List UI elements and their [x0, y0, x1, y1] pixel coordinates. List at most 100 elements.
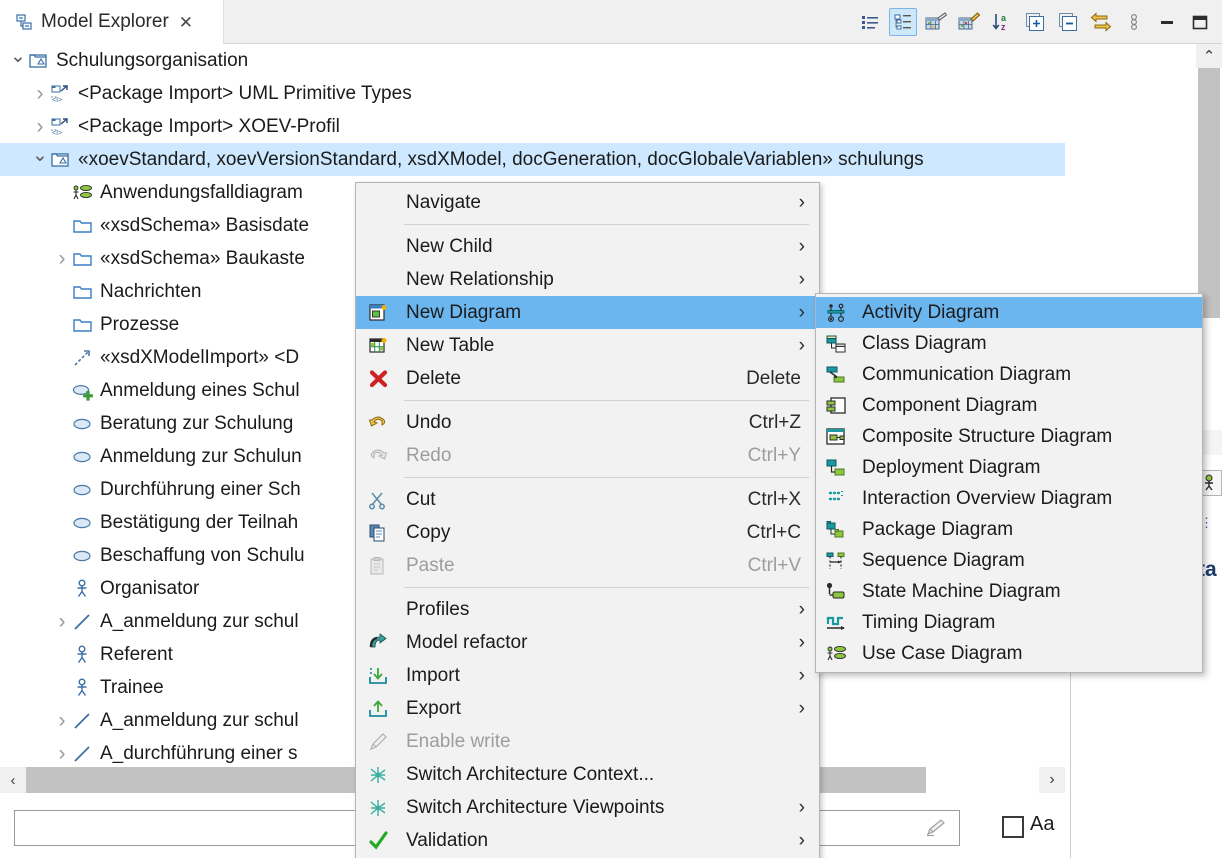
tree-item-label: A_anmeldung zur schul [100, 709, 299, 731]
menu-item-new-relationship[interactable]: New Relationship › [356, 263, 819, 296]
tree-item-label: Prozesse [100, 313, 180, 335]
submenu-item-label: Deployment Diagram [862, 456, 1041, 478]
model-icon [28, 51, 50, 71]
tree-item-label: Nachrichten [100, 280, 202, 302]
maximize-view-button[interactable] [1186, 8, 1214, 36]
refactor-icon [364, 632, 394, 654]
scroll-right-arrow-icon[interactable]: › [1039, 767, 1065, 793]
chevron-down-icon[interactable] [8, 51, 28, 70]
menu-item-enable-write: Enable write [356, 725, 819, 758]
menu-item-no-icon [364, 192, 394, 214]
close-icon[interactable]: ✕ [179, 14, 193, 31]
deployment-diagram-icon [822, 456, 852, 480]
menu-item-model-refactor[interactable]: Model refactor › [356, 626, 819, 659]
usecase-icon [72, 480, 94, 500]
menu-item-profiles[interactable]: Profiles › [356, 593, 819, 626]
menu-item-switch-architecture-context[interactable]: Switch Architecture Context... [356, 758, 819, 791]
tree-item[interactable]: <I> <Package Import> XOEV-Profil [0, 110, 1065, 143]
menu-item-paste: Paste Ctrl+V [356, 549, 819, 582]
menu-item-undo[interactable]: Undo Ctrl+Z [356, 406, 819, 439]
chevron-right-icon[interactable] [52, 743, 72, 764]
scroll-up-arrow-icon[interactable]: ⌃ [1196, 44, 1222, 68]
submenu-item-interaction-overview-diagram[interactable]: Interaction Overview Diagram [816, 483, 1202, 514]
tab-model-explorer[interactable]: Model Explorer ✕ [6, 0, 224, 44]
tree-item-label: <Package Import> XOEV-Profil [78, 115, 340, 137]
chevron-right-icon: › [798, 301, 805, 323]
submenu-item-composite-structure-diagram[interactable]: Composite Structure Diagram [816, 421, 1202, 452]
submenu-item-sequence-diagram[interactable]: Sequence Diagram [816, 545, 1202, 576]
menu-item-label: Switch Architecture Context... [406, 763, 655, 785]
tree-item-label: «xsdXModelImport» <D [100, 346, 300, 368]
submenu-item-activity-diagram[interactable]: Activity Diagram [816, 297, 1202, 328]
tree-item-label: Trainee [100, 676, 164, 698]
case-sensitive-checkbox[interactable] [1002, 816, 1024, 838]
view-menu-button[interactable] [1120, 8, 1148, 36]
menu-item-label: Copy [406, 521, 451, 543]
menu-item-new-child[interactable]: New Child › [356, 230, 819, 263]
tree-item[interactable]: Schulungsorganisation [0, 44, 1065, 77]
chevron-down-icon[interactable] [30, 150, 50, 169]
submenu-item-class-diagram[interactable]: Class Diagram [816, 328, 1202, 359]
export-icon [364, 698, 394, 720]
tree-item[interactable]: <I> <Package Import> UML Primitive Types [0, 77, 1065, 110]
submenu-item-label: Composite Structure Diagram [862, 425, 1113, 447]
vertical-scroll-thumb[interactable] [1198, 68, 1220, 318]
context-menu[interactable]: Navigate › New Child › New Relationship › New … [355, 182, 820, 858]
expand-all-button[interactable] [1021, 8, 1049, 36]
submenu-item-label: Interaction Overview Diagram [862, 487, 1113, 509]
package-import-icon: <I> [50, 84, 72, 104]
collapse-all-button[interactable] [1054, 8, 1082, 36]
chevron-right-icon: › [798, 697, 805, 719]
submenu-item-use-case-diagram[interactable]: Use Case Diagram [816, 638, 1202, 669]
minimize-view-button[interactable] [1153, 8, 1181, 36]
chevron-right-icon[interactable] [52, 248, 72, 269]
scroll-left-arrow-icon[interactable]: ‹ [0, 767, 26, 793]
menu-item-copy[interactable]: Copy Ctrl+C [356, 516, 819, 549]
submenu-item-deployment-diagram[interactable]: Deployment Diagram [816, 452, 1202, 483]
submenu-item-communication-diagram[interactable]: Communication Diagram [816, 359, 1202, 390]
tree-item-label: «xsdSchema» Basisdate [100, 214, 310, 236]
menu-item-new-diagram[interactable]: New Diagram › [356, 296, 819, 329]
submenu-item-component-diagram[interactable]: Component Diagram [816, 390, 1202, 421]
sort-alphabetical-button[interactable]: a z [988, 8, 1016, 36]
tree-item[interactable]: «xoevStandard, xoevVersionStandard, xsdX… [0, 143, 1065, 176]
submenu-item-package-diagram[interactable]: Package Diagram [816, 514, 1202, 545]
menu-item-shortcut: Ctrl+V [747, 554, 801, 576]
tree-item-label: Bestätigung der Teilnah [100, 511, 299, 533]
menu-item-label: Navigate [406, 191, 481, 213]
menu-item-switch-architecture-viewpoints[interactable]: Switch Architecture Viewpoints › [356, 791, 819, 824]
chevron-right-icon[interactable] [52, 710, 72, 731]
menu-item-no-icon [364, 236, 394, 258]
menu-item-label: Export [406, 697, 461, 719]
menu-item-validation[interactable]: Validation › [356, 824, 819, 857]
chevron-right-icon: › [798, 829, 805, 851]
menu-item-delete[interactable]: Delete Delete [356, 362, 819, 395]
new-diagram-submenu[interactable]: Activity Diagram Class Diagram Communicati… [815, 293, 1203, 673]
chevron-right-icon[interactable] [30, 116, 50, 137]
show-tree-view-button[interactable] [889, 8, 917, 36]
tree-item-label: «xoevStandard, xoevVersionStandard, xsdX… [78, 148, 924, 170]
menu-item-import[interactable]: Import › [356, 659, 819, 692]
show-table-view-button[interactable] [922, 8, 950, 36]
menu-item-label: Cut [406, 488, 436, 510]
menu-item-export[interactable]: Export › [356, 692, 819, 725]
menu-item-new-table[interactable]: New Table › [356, 329, 819, 362]
menu-item-label: Enable write [406, 730, 511, 752]
submenu-item-timing-diagram[interactable]: Timing Diagram [816, 607, 1202, 638]
submenu-item-state-machine-diagram[interactable]: State Machine Diagram [816, 576, 1202, 607]
pencil-icon [925, 818, 947, 838]
submenu-item-label: Activity Diagram [862, 301, 1000, 323]
submenu-item-label: Timing Diagram [862, 611, 996, 633]
link-with-editor-button[interactable] [1087, 8, 1115, 36]
chevron-right-icon[interactable] [30, 83, 50, 104]
show-table-edit-view-button[interactable] [955, 8, 983, 36]
menu-item-cut[interactable]: Cut Ctrl+X [356, 483, 819, 516]
list-icon [860, 12, 880, 32]
copy-icon [364, 522, 394, 544]
communication-diagram-icon [822, 363, 852, 387]
menu-item-navigate[interactable]: Navigate › [356, 186, 819, 219]
show-list-view-button[interactable] [856, 8, 884, 36]
view-toolbar: a z [856, 4, 1214, 40]
chevron-right-icon[interactable] [52, 611, 72, 632]
menu-item-no-icon [364, 269, 394, 291]
